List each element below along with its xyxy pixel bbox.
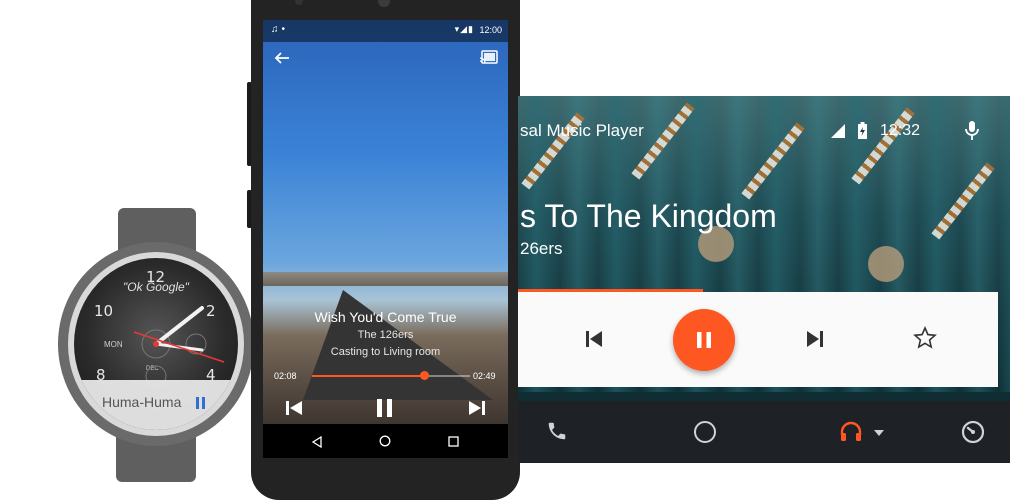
nav-home-icon[interactable] (379, 435, 391, 447)
phone-nav-bar (263, 424, 508, 458)
phone-icon[interactable] (546, 420, 568, 442)
arrow-back-icon[interactable] (273, 50, 291, 66)
nav-back-icon[interactable] (311, 436, 323, 448)
car-playback-card (518, 292, 998, 387)
pause-icon (697, 332, 711, 348)
star-icon[interactable] (913, 326, 937, 350)
skip-next-icon[interactable] (806, 330, 824, 348)
nav-recents-icon[interactable] (448, 436, 459, 447)
phone-cast-status: Casting to Living room (330, 346, 441, 358)
speedometer-icon[interactable] (961, 420, 985, 444)
mic-icon[interactable] (964, 120, 980, 142)
phone-seekbar-played[interactable] (312, 375, 427, 377)
phone-seekbar-thumb[interactable] (420, 371, 429, 380)
car-track-title: s To The Kingdom (520, 198, 777, 234)
dropdown-arrow-icon[interactable] (873, 429, 885, 437)
phone-screen: ♫• ▾◢▮ 12:00 Wish You'd Come True The 12… (263, 20, 508, 458)
pause-icon[interactable] (376, 398, 394, 418)
hills-image (263, 272, 508, 286)
phone-status-time: 12:00 (479, 25, 502, 35)
car-nav-bar (518, 401, 1010, 463)
skip-next-icon[interactable] (468, 400, 486, 416)
watch-track-title: Huma-Huma (102, 394, 182, 410)
watch-pause-icon[interactable] (196, 397, 205, 409)
battery-charging-icon (858, 122, 867, 139)
watch-now-playing-card[interactable]: Huma-Huma (74, 380, 238, 430)
skip-previous-icon[interactable] (285, 400, 303, 416)
skip-previous-icon[interactable] (585, 330, 603, 348)
signal-icon (831, 124, 845, 138)
car-status-time: 12:32 (880, 122, 921, 139)
cast-icon[interactable] (480, 50, 498, 64)
phone-seekbar-remaining[interactable] (427, 375, 470, 377)
phone-track-title: Wish You'd Come True (314, 309, 457, 325)
music-note-icon: ♫• (271, 24, 289, 35)
road-image (303, 290, 493, 400)
car-track-artist: 26ers (520, 239, 563, 258)
circle-home-icon[interactable] (693, 420, 717, 444)
car-screen: sal Music Player 12:32 s To The Kingdom … (518, 96, 1010, 463)
car-pause-button[interactable] (673, 309, 735, 371)
phone-track-artist: The 126ers (357, 329, 414, 341)
headphones-icon[interactable] (839, 421, 863, 443)
car-app-title: sal Music Player (520, 121, 644, 140)
phone-elapsed-time: 02:08 (274, 371, 297, 381)
watch-face: "Ok Google" 12 2 10 4 8 MON DEC Huma-Hum… (74, 258, 238, 430)
phone-duration: 02:49 (473, 371, 496, 381)
signal-wifi-battery-icon: ▾◢▮ (454, 24, 474, 34)
phone-status-bar: ♫• ▾◢▮ 12:00 (263, 20, 508, 42)
